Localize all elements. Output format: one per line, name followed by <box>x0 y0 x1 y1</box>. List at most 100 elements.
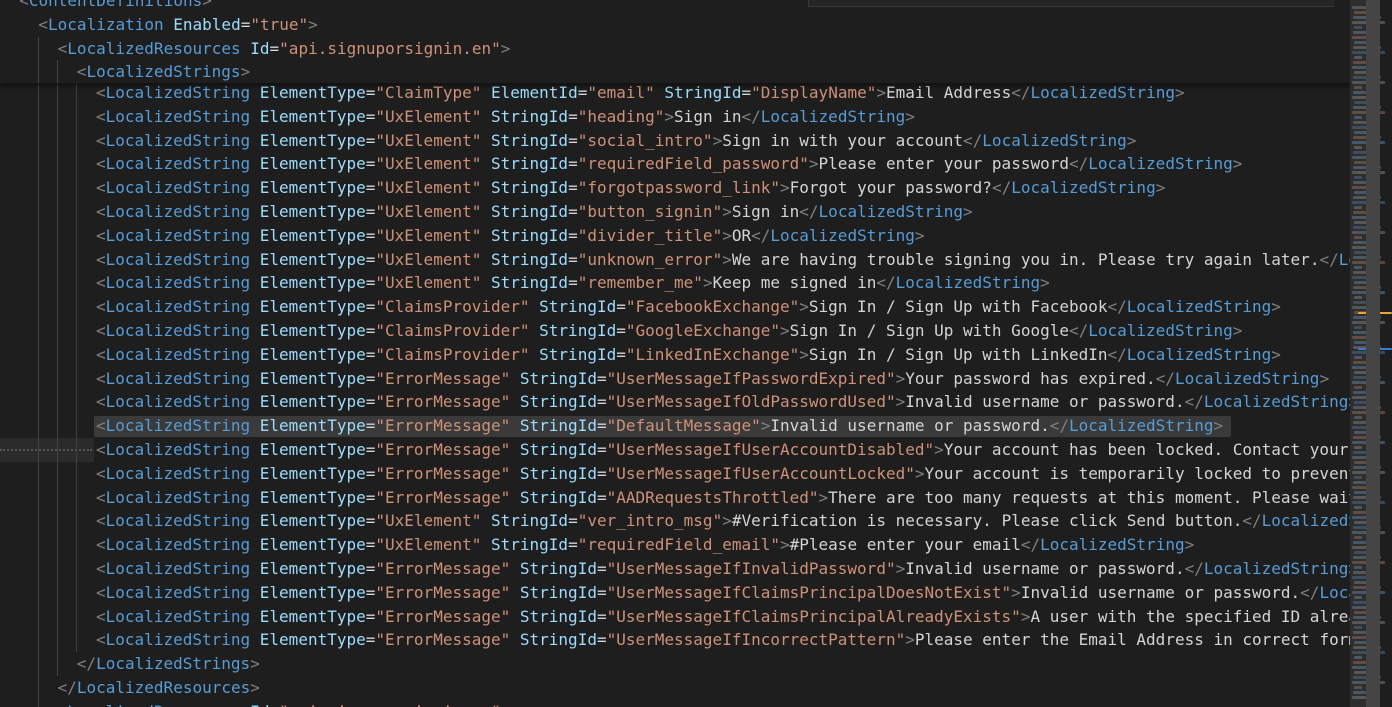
token: StringId <box>491 511 569 531</box>
indent-guide <box>38 223 39 248</box>
code-line[interactable]: <LocalizedString ElementType="ErrorMessa… <box>0 580 1350 605</box>
token: </ <box>1020 535 1041 555</box>
token: "UserMessageIfInvalidPassword" <box>606 559 896 578</box>
token: "ErrorMessage" <box>375 368 511 388</box>
token: = <box>270 702 280 707</box>
code-line[interactable]: </LocalizedStrings> <box>0 652 1350 677</box>
token: > <box>876 83 886 102</box>
code-line[interactable]: <LocalizedStrings> <box>0 60 1350 83</box>
minimap-line <box>1354 86 1362 89</box>
token: ElementType <box>259 535 366 555</box>
code-line[interactable]: <LocalizedString ElementType="ErrorMessa… <box>0 414 1350 439</box>
code-line[interactable]: <LocalizedString ElementType="UxElement"… <box>0 200 1350 224</box>
token: StringId <box>491 225 569 245</box>
scrollbar-thumb[interactable] <box>1366 0 1380 707</box>
code-text: <LocalizedString ElementType="ClaimsProv… <box>96 295 1281 319</box>
code-line[interactable]: <LocalizedString ElementType="UxElement"… <box>0 247 1350 272</box>
code-line[interactable]: <LocalizedString ElementType="ErrorMessa… <box>0 366 1350 391</box>
token: < <box>96 130 106 150</box>
minimap-line <box>1353 331 1366 334</box>
token: "ErrorMessage" <box>375 582 511 602</box>
fold-marker-dots[interactable] <box>0 449 92 451</box>
code-line[interactable]: <LocalizedString ElementType="ErrorMessa… <box>0 390 1350 415</box>
code-line[interactable]: <LocalizedString ElementType="ClaimsProv… <box>0 342 1350 367</box>
token: > <box>308 14 318 34</box>
minimap-line <box>1353 661 1366 664</box>
code-line[interactable]: <LocalizedString ElementType="ErrorMessa… <box>0 461 1350 486</box>
indent-guide <box>38 128 39 153</box>
token: "divider_title" <box>577 225 723 245</box>
code-line[interactable]: <LocalizedString ElementType="UxElement"… <box>0 271 1350 296</box>
indent-guide <box>38 104 39 129</box>
code-line[interactable]: <LocalizedString ElementType="UxElement"… <box>0 128 1350 153</box>
minimap-line <box>1353 631 1366 634</box>
token: LocalizedString <box>1040 535 1185 555</box>
token: "forgotpassword_link" <box>577 178 780 198</box>
token: Invalid username or password. <box>905 392 1185 412</box>
code-line[interactable]: <LocalizedString ElementType="UxElement"… <box>0 533 1350 558</box>
token: > <box>895 559 906 578</box>
indent-guide <box>76 366 77 391</box>
token: LocalizedString <box>770 225 915 245</box>
code-line[interactable]: <LocalizedString ElementType="UxElement"… <box>0 104 1350 129</box>
minimap-line <box>1353 601 1366 604</box>
token: > <box>895 392 906 412</box>
code-line[interactable]: <LocalizedString ElementType="UxElement"… <box>0 509 1350 534</box>
token: ElementType <box>259 297 366 317</box>
code-line[interactable]: <LocalizedString ElementType="ErrorMessa… <box>0 485 1350 510</box>
token: "DisplayName" <box>751 83 877 102</box>
indent-guide <box>57 509 58 534</box>
token: LocalizedString <box>105 106 251 126</box>
token: "ClaimsProvider" <box>375 297 530 317</box>
token: = <box>365 273 376 293</box>
token: = <box>568 130 578 150</box>
token: > <box>202 0 212 10</box>
token: StringId <box>491 106 569 126</box>
token: StringId <box>491 202 569 221</box>
token: "UserMessageIfOldPasswordUsed" <box>606 392 896 412</box>
indent-guide <box>38 366 39 391</box>
code-line[interactable]: </LocalizedResources> <box>0 676 1350 700</box>
code-line[interactable]: <LocalizedString ElementType="ErrorMessa… <box>0 438 1350 462</box>
token: StringId <box>519 463 597 483</box>
token: > <box>760 416 771 436</box>
code-editor[interactable]: <LocalizedString ElementType="ClaimType"… <box>0 0 1350 707</box>
code-line[interactable]: <LocalizedString ElementType="ErrorMessa… <box>0 557 1350 581</box>
token: "api.signuporsignin.en" <box>279 38 501 58</box>
code-text: </LocalizedStrings> <box>77 652 260 676</box>
code-line[interactable]: <Localization Enabled="true"> <box>0 13 1350 37</box>
code-text: <Localization Enabled="true"> <box>38 13 317 37</box>
indent-guide <box>76 176 77 201</box>
token: "unknown_error" <box>577 249 723 269</box>
token: ElementType <box>259 511 366 531</box>
sticky-scroll-header[interactable]: <ContentDefinitions> <Localization Enable… <box>0 0 1350 83</box>
token: ElementType <box>259 130 366 150</box>
code-line[interactable]: <LocalizedString ElementType="ErrorMessa… <box>0 628 1350 653</box>
token: StringId <box>519 559 597 578</box>
code-line[interactable]: <LocalizedResources Id="api.signuporsign… <box>0 699 1350 707</box>
code-line[interactable]: <LocalizedString ElementType="ClaimsProv… <box>0 319 1350 343</box>
code-line[interactable]: <LocalizedString ElementType="ErrorMessa… <box>0 604 1350 629</box>
code-line[interactable]: <LocalizedResources Id="api.signuporsign… <box>0 36 1350 61</box>
token: = <box>365 392 376 412</box>
code-line[interactable]: <LocalizedString ElementType="ClaimsProv… <box>0 295 1350 320</box>
token: > <box>250 678 260 697</box>
minimap-line <box>1354 56 1362 59</box>
token: </ <box>799 202 819 221</box>
token: "social_intro" <box>577 130 713 150</box>
code-line[interactable]: <LocalizedString ElementType="UxElement"… <box>0 223 1350 248</box>
indent-guide <box>76 128 77 153</box>
code-line[interactable]: <LocalizedString ElementType="UxElement"… <box>0 152 1350 177</box>
code-line[interactable]: <LocalizedString ElementType="ClaimType"… <box>0 81 1350 105</box>
code-line[interactable]: <LocalizedString ElementType="UxElement"… <box>0 176 1350 201</box>
token: ElementType <box>259 440 366 459</box>
indent-guide <box>76 295 77 320</box>
token: Invalid username or password. <box>1020 582 1301 602</box>
token: ElementId <box>491 83 578 102</box>
indent-guide <box>38 652 39 677</box>
